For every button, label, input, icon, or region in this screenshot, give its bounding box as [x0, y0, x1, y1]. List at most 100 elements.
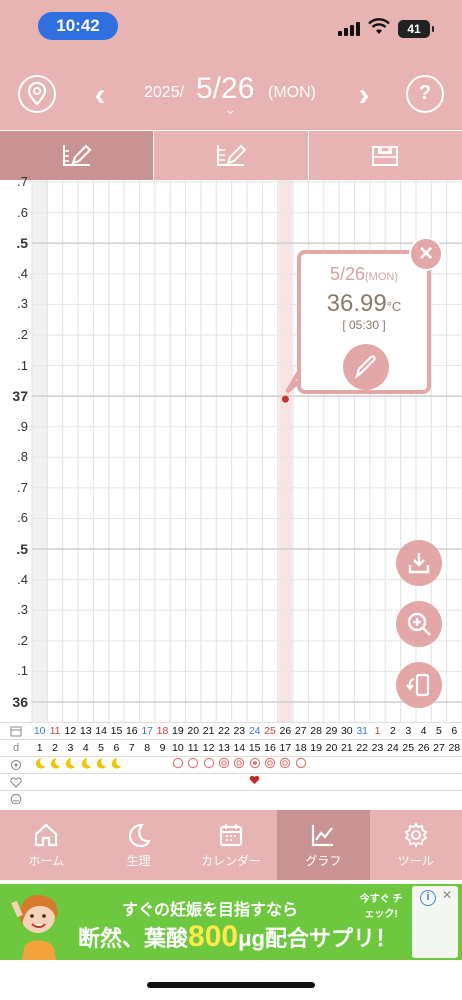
date-cell[interactable]: 21: [201, 723, 216, 739]
cycle-day-cell[interactable]: 23: [370, 740, 385, 756]
cycle-day-cell[interactable]: 17: [278, 740, 293, 756]
cycle-day-cell[interactable]: 6: [109, 740, 124, 756]
ovulation-test-icon: [186, 757, 201, 773]
nav-calendar[interactable]: カレンダー: [185, 810, 277, 880]
cycle-day-cell[interactable]: 21: [339, 740, 354, 756]
cycle-day-cell[interactable]: 9: [155, 740, 170, 756]
rotate-button[interactable]: [396, 662, 442, 708]
date-cell[interactable]: 26: [278, 723, 293, 739]
date-cell[interactable]: 31: [355, 723, 370, 739]
y-tick-label: .3: [17, 296, 28, 312]
date-cell[interactable]: 29: [324, 723, 339, 739]
date-cell[interactable]: 23: [232, 723, 247, 739]
date-cell[interactable]: 30: [339, 723, 354, 739]
cycle-day-cell[interactable]: 16: [262, 740, 277, 756]
cycle-day-cell[interactable]: 11: [186, 740, 201, 756]
cycle-day-label: d: [12, 742, 20, 754]
date-cell[interactable]: 24: [247, 723, 262, 739]
date-cell[interactable]: 20: [186, 723, 201, 739]
date-cell[interactable]: 28: [308, 723, 323, 739]
tab-graph-record[interactable]: [309, 131, 462, 181]
nav-period[interactable]: 生理: [92, 810, 184, 880]
date-cell[interactable]: 27: [293, 723, 308, 739]
date-cell[interactable]: 1: [370, 723, 385, 739]
period-moon-icon: [32, 757, 47, 773]
cycle-day-cell[interactable]: 20: [324, 740, 339, 756]
location-button[interactable]: [18, 75, 56, 113]
pen-list-icon: [216, 144, 247, 166]
popup-weekday: (MON): [365, 271, 399, 283]
date-cell[interactable]: 10: [32, 723, 47, 739]
cycle-day-cell[interactable]: 14: [232, 740, 247, 756]
cycle-day-cell[interactable]: 25: [401, 740, 416, 756]
cycle-day-cell[interactable]: 24: [385, 740, 400, 756]
cycle-day-cell[interactable]: 19: [308, 740, 323, 756]
chevron-down-icon: ⌄: [225, 102, 236, 117]
ad-banner[interactable]: すぐの妊娠を目指すなら 断然、葉酸800μg配合サプリ！ 今すぐ チェック! i…: [0, 884, 462, 960]
gear-icon: [404, 821, 428, 848]
nav-graph[interactable]: グラフ: [277, 810, 370, 880]
date-year: 2025/: [144, 84, 185, 101]
cycle-day-cell[interactable]: 27: [431, 740, 446, 756]
popup-time: [ 05:30 ]: [342, 318, 386, 332]
date-cell[interactable]: 5: [431, 723, 446, 739]
y-tick-label: .2: [17, 326, 28, 342]
y-tick-label: .5: [16, 235, 28, 252]
date-cell[interactable]: 17: [140, 723, 155, 739]
rotate-screen-icon: [406, 673, 430, 697]
calendar-small-icon: [0, 723, 32, 739]
date-cell[interactable]: 11: [47, 723, 62, 739]
nav-tools[interactable]: ツール: [370, 810, 462, 880]
cycle-day-cell[interactable]: 7: [124, 740, 139, 756]
temperature-popup: 5/26(MON) 36.99°C [ 05:30 ]: [297, 250, 431, 394]
date-cell[interactable]: 15: [109, 723, 124, 739]
date-weekday: (MON): [268, 84, 316, 101]
zoom-button[interactable]: [396, 601, 442, 647]
pen-icon: [354, 355, 376, 380]
download-button[interactable]: [396, 540, 442, 586]
cycle-day-cell[interactable]: 8: [140, 740, 155, 756]
current-date[interactable]: 2025/ 5/26 (MON) ⌄: [142, 72, 322, 117]
ovulation-test-icon: [216, 757, 231, 773]
cycle-day-cell[interactable]: 22: [355, 740, 370, 756]
nav-home[interactable]: ホーム: [0, 810, 92, 880]
cycle-day-cell[interactable]: 10: [170, 740, 185, 756]
popup-close-button[interactable]: ×: [409, 237, 443, 271]
cycle-day-cell[interactable]: 26: [416, 740, 431, 756]
date-cell[interactable]: 14: [93, 723, 108, 739]
cycle-day-cell[interactable]: 4: [78, 740, 93, 756]
next-day-button[interactable]: ›: [352, 74, 376, 114]
y-tick-label: .4: [17, 265, 28, 281]
nav-period-label: 生理: [126, 853, 151, 868]
date-cell[interactable]: 13: [78, 723, 93, 739]
status-bar: 10:42 41: [0, 0, 462, 58]
y-tick-label: .5: [16, 541, 28, 558]
edit-temperature-button[interactable]: [343, 344, 389, 390]
cycle-day-cell[interactable]: 3: [63, 740, 78, 756]
date-cell[interactable]: 16: [124, 723, 139, 739]
cycle-day-cell[interactable]: 13: [216, 740, 231, 756]
help-button[interactable]: ?: [406, 75, 444, 113]
tab-graph-detail[interactable]: [154, 131, 309, 181]
cycle-day-cell[interactable]: 1: [32, 740, 47, 756]
date-cell[interactable]: 3: [401, 723, 416, 739]
cycle-day-cell[interactable]: 5: [93, 740, 108, 756]
ad-close-icon[interactable]: ✕: [442, 888, 452, 902]
y-tick-label: .6: [17, 510, 28, 526]
cycle-day-cell[interactable]: 2: [47, 740, 62, 756]
date-cell[interactable]: 6: [447, 723, 462, 739]
date-cell[interactable]: 12: [63, 723, 78, 739]
ad-info-icon[interactable]: i: [420, 890, 436, 906]
cycle-day-cell[interactable]: 12: [201, 740, 216, 756]
ovulation-test-icon: [201, 757, 216, 773]
cycle-day-cell[interactable]: 15: [247, 740, 262, 756]
date-cell[interactable]: 18: [155, 723, 170, 739]
date-cell[interactable]: 4: [416, 723, 431, 739]
date-cell[interactable]: 25: [262, 723, 277, 739]
date-cell[interactable]: 2: [385, 723, 400, 739]
date-cell[interactable]: 19: [170, 723, 185, 739]
cycle-day-cell[interactable]: 28: [447, 740, 462, 756]
previous-day-button[interactable]: ‹: [88, 74, 112, 114]
cycle-day-cell[interactable]: 18: [293, 740, 308, 756]
date-cell[interactable]: 22: [216, 723, 231, 739]
